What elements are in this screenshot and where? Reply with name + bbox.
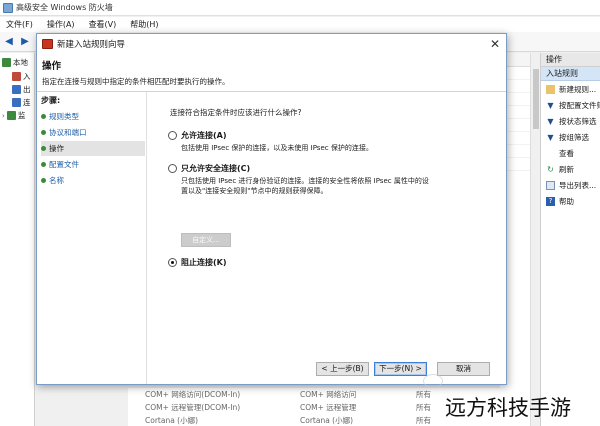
wizard-page-description: 指定在连接与规则中指定的条件相匹配时要执行的操作。: [42, 77, 230, 86]
menu-view[interactable]: 查看(V): [89, 19, 117, 30]
wizard-title: 新建入站规则向导: [57, 40, 126, 50]
step-bullet-icon: [41, 162, 46, 167]
step-action[interactable]: 操作: [41, 141, 145, 156]
action-filter-profile[interactable]: ▼ 按配置文件筛选: [541, 97, 600, 113]
forward-arrow-icon[interactable]: ▶: [19, 36, 31, 48]
tree-item-outbound[interactable]: 出: [12, 84, 31, 95]
action-help[interactable]: ? 帮助: [541, 193, 600, 209]
firewall-app-icon: [3, 2, 13, 13]
inbound-rules-icon: [12, 72, 21, 81]
firewall-rule-icon: [42, 39, 53, 49]
filter-icon: ▼: [547, 116, 554, 126]
option-allow-secure[interactable]: 只允许安全连接(C): [168, 163, 250, 174]
help-icon: ?: [546, 196, 555, 206]
menu-bar: 文件(F) 操作(A) 查看(V) 帮助(H): [0, 17, 600, 32]
customize-button[interactable]: 自定义...: [181, 233, 231, 247]
radio-allow-secure[interactable]: [168, 164, 177, 173]
filter-icon: ▼: [547, 132, 554, 142]
wizard-page-title: 操作: [42, 61, 62, 72]
action-question: 连接符合指定条件时应该进行什么操作?: [170, 108, 302, 117]
step-bullet-icon: [41, 178, 46, 183]
menu-help[interactable]: 帮助(H): [130, 19, 158, 30]
step-bullet-icon: [41, 130, 46, 135]
option-allow-description: 包括使用 IPsec 保护的连接，以及未使用 IPsec 保护的连接。: [181, 144, 373, 152]
step-name[interactable]: 名称: [41, 173, 145, 188]
tree-item-monitor[interactable]: › 监: [2, 110, 25, 121]
expand-chevron-icon[interactable]: ›: [2, 112, 5, 120]
new-inbound-rule-wizard: 新建入站规则向导 ✕ 操作 指定在连接与规则中指定的条件相匹配时要执行的操作。 …: [36, 33, 507, 385]
steps-title: 步骤:: [41, 96, 61, 105]
step-protocol-port[interactable]: 协议和端口: [41, 125, 145, 140]
action-filter-state[interactable]: ▼ 按状态筛选: [541, 113, 600, 129]
back-button[interactable]: < 上一步(B): [316, 362, 369, 376]
step-profile[interactable]: 配置文件: [41, 157, 145, 172]
new-rule-icon: [546, 84, 555, 94]
action-export[interactable]: 导出列表...: [541, 177, 600, 193]
radio-block[interactable]: [168, 258, 177, 267]
tree-item-connection[interactable]: 连: [12, 97, 31, 108]
option-allow-secure-description-line2: 置以及"连接安全规则"节点中的规则获得保障。: [181, 187, 328, 195]
view-icon: [546, 149, 555, 158]
back-arrow-icon[interactable]: ◀: [3, 36, 15, 48]
wizard-header: 操作 指定在连接与规则中指定的条件相匹配时要执行的操作。: [37, 54, 506, 92]
navigation-tree: 本地 入 出 连 › 监: [0, 53, 35, 426]
rules-scrollbar[interactable]: [530, 53, 540, 426]
firewall-icon: [2, 58, 11, 67]
watermark-logo-icon: [423, 374, 443, 388]
wizard-steps: 步骤: 规则类型 协议和端口 操作 配置文件 名称: [37, 92, 147, 384]
filter-icon: ▼: [547, 100, 554, 110]
actions-section-inbound[interactable]: 入站规则: [541, 67, 600, 81]
actions-pane: 操作 入站规则 新建规则... ▼ 按配置文件筛选 ▼ 按状态筛选 ▼ 按组筛选…: [540, 53, 600, 426]
export-icon: [546, 180, 555, 190]
outbound-rules-icon: [12, 85, 21, 94]
watermark-text: 远方科技手游: [445, 396, 571, 420]
option-allow-secure-description-line1: 只包括使用 IPsec 进行身份验证的连接。连接的安全性将依照 IPsec 属性…: [181, 177, 429, 185]
actions-header: 操作: [541, 53, 600, 67]
action-filter-group[interactable]: ▼ 按组筛选: [541, 129, 600, 145]
tree-item-inbound[interactable]: 入: [12, 71, 31, 82]
cancel-button[interactable]: 取消: [437, 362, 490, 376]
refresh-icon: ↻: [547, 164, 554, 174]
step-bullet-icon: [41, 146, 46, 151]
wizard-content: 连接符合指定条件时应该进行什么操作? 允许连接(A) 包括使用 IPsec 保护…: [148, 92, 506, 384]
step-rule-type[interactable]: 规则类型: [41, 109, 145, 124]
connection-rules-icon: [12, 98, 21, 107]
monitor-icon: [6, 111, 16, 120]
close-icon[interactable]: ✕: [488, 37, 502, 51]
menu-action[interactable]: 操作(A): [47, 19, 75, 30]
wizard-titlebar[interactable]: 新建入站规则向导: [37, 34, 506, 54]
step-bullet-icon: [41, 114, 46, 119]
option-block[interactable]: 阻止连接(K): [168, 257, 227, 268]
main-window-titlebar: 高级安全 Windows 防火墙: [0, 0, 600, 16]
radio-allow[interactable]: [168, 131, 177, 140]
action-refresh[interactable]: ↻ 刷新: [541, 161, 600, 177]
main-window-title: 高级安全 Windows 防火墙: [16, 3, 113, 12]
scrollbar-thumb[interactable]: [533, 69, 539, 129]
action-view[interactable]: 查看: [541, 145, 600, 161]
menu-file[interactable]: 文件(F): [6, 19, 33, 30]
action-new-rule[interactable]: 新建规则...: [541, 81, 600, 97]
next-button[interactable]: 下一步(N) >: [374, 362, 427, 376]
option-allow[interactable]: 允许连接(A): [168, 130, 227, 141]
tree-item-local[interactable]: 本地: [2, 57, 28, 68]
